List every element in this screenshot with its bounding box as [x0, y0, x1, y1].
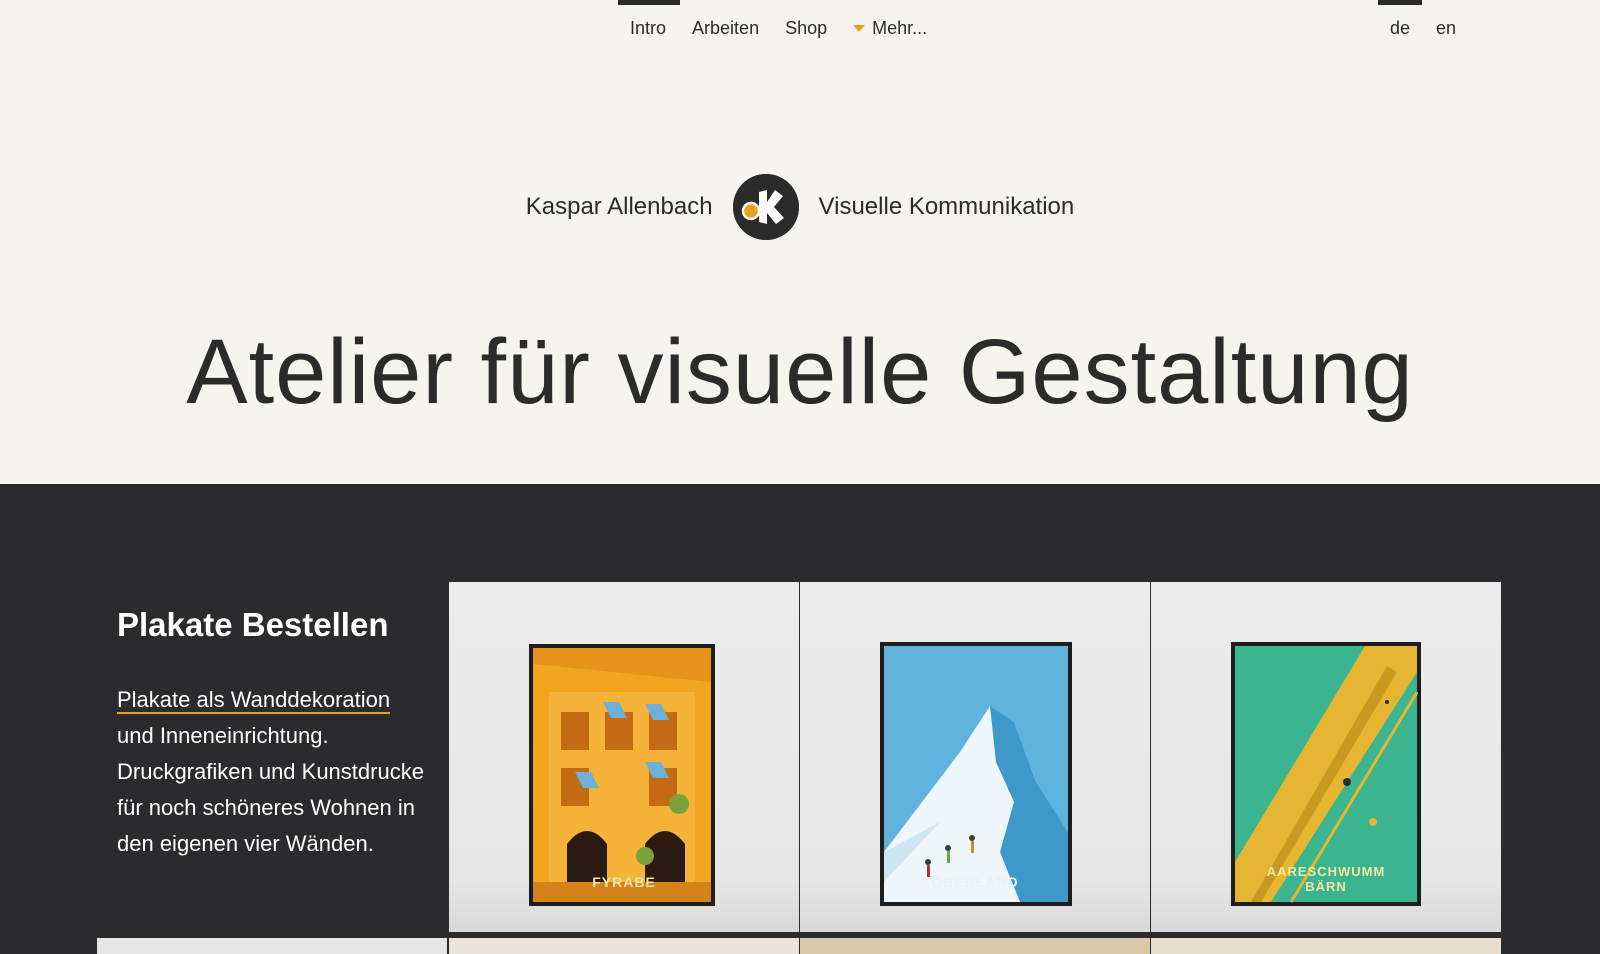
poster-tile-partial[interactable] [449, 938, 799, 954]
wall-decoration-link[interactable]: Plakate als Wanddekoration [117, 687, 391, 714]
lang-de[interactable]: de [1377, 0, 1423, 39]
section-body-text: und Inneneinrichtung. Druckgrafiken und … [117, 723, 424, 856]
section-description: Plakate als Wanddekoration und Inneneinr… [117, 682, 427, 862]
poster-tile-fyrabe[interactable]: FYRABE [449, 582, 799, 932]
nav-item-arbeiten[interactable]: Arbeiten [692, 0, 759, 39]
lang-en[interactable]: en [1436, 0, 1456, 39]
section-heading: Plakate Bestellen [117, 606, 389, 643]
poster-tile-partial[interactable] [97, 938, 447, 954]
poster-tile-aareschwumm[interactable]: AARESCHWUMM BÄRN [1151, 582, 1501, 932]
poster-caption: FYRABE [592, 874, 656, 890]
poster-caption: OBERLAND [931, 874, 1019, 890]
brand-tagline: Visuelle Kommunikation [818, 193, 1075, 220]
nav-item-shop[interactable]: Shop [785, 0, 827, 39]
poster-shop-section: Plakate Bestellen Plakate als Wanddekora… [0, 484, 1600, 954]
brand-name: Kaspar Allenbach [525, 193, 713, 220]
caret-down-icon [853, 25, 866, 32]
poster-caption: AARESCHWUMM BÄRN [1266, 864, 1386, 894]
brand-bar: Kaspar Allenbach Visuelle Kommunikation [0, 174, 1600, 240]
page-title: Atelier für visuelle Gestaltung [186, 321, 1414, 423]
poster-tile-partial[interactable] [800, 938, 1150, 954]
nav-item-label: Shop [785, 18, 828, 38]
nav-item-label: Arbeiten [692, 18, 760, 38]
nav-item-mehr[interactable]: Mehr... [853, 0, 927, 39]
poster-tile-partial[interactable] [1151, 938, 1501, 954]
nav-item-label: Mehr... [872, 18, 928, 38]
k-logo-icon[interactable] [732, 174, 799, 240]
poster-tile-oberland[interactable]: OBERLAND [800, 582, 1150, 932]
top-navigation: Intro Arbeiten Shop Mehr... de en [0, 0, 1600, 60]
nav-item-label: Intro [630, 18, 667, 38]
main-menu: Intro Arbeiten Shop Mehr... [617, 0, 953, 39]
nav-item-intro[interactable]: Intro [617, 0, 681, 39]
language-switcher: de en [1377, 0, 1482, 39]
